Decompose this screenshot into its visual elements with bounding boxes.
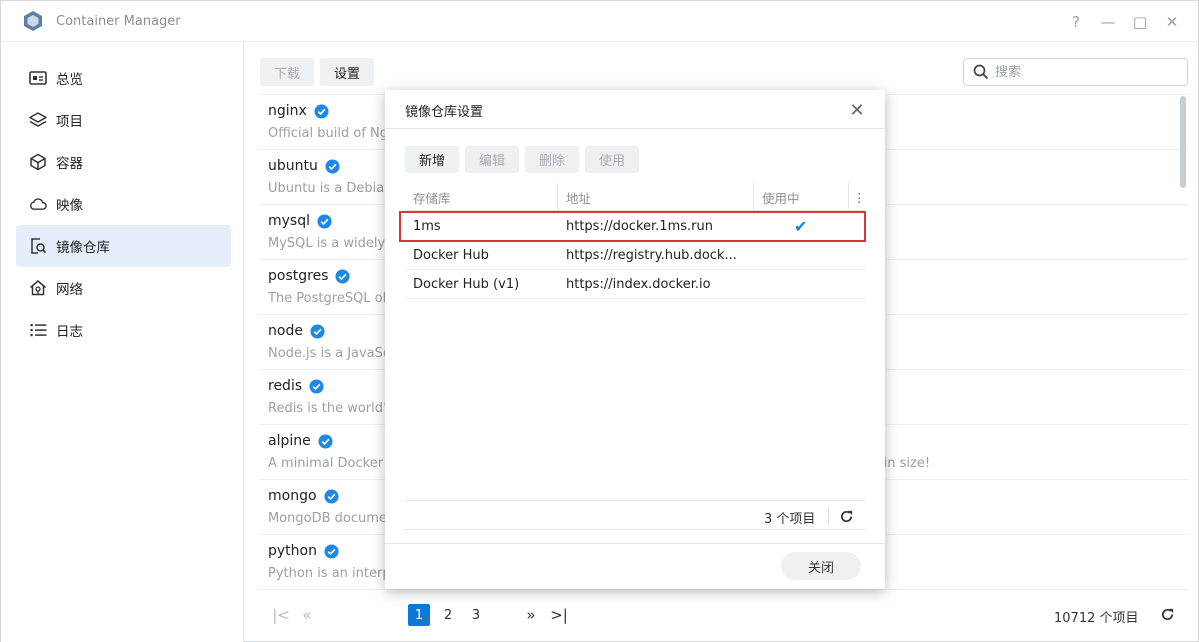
verified-icon (335, 268, 351, 284)
add-button[interactable]: 新增 (405, 146, 459, 173)
image-name: alpine (268, 433, 311, 449)
list-scrollbar[interactable] (1180, 96, 1186, 188)
column-address[interactable]: 地址 (566, 183, 591, 211)
verified-icon (309, 378, 324, 394)
table-row[interactable]: Docker Hub (v1) https://index.docker.io (405, 270, 865, 299)
sidebar-item-label: 网络 (56, 282, 83, 298)
registry-search-icon (29, 237, 47, 255)
image-name: node (268, 323, 303, 339)
table-footer: 3 个项目 (405, 500, 865, 530)
verified-icon (310, 323, 325, 339)
column-menu-icon[interactable]: ⋮ (853, 183, 866, 211)
settings-button[interactable]: 设置 (320, 58, 374, 86)
sidebar-item-label: 日志 (56, 324, 83, 340)
sidebar-item-label: 总览 (56, 72, 83, 88)
pagination: |< « 1 2 3 » >| 10712 个项目 (258, 599, 1188, 629)
registry-table-header: 存储库 地址 使用中 ⋮ (405, 183, 866, 211)
sidebar-item-projects[interactable]: 项目 (16, 99, 231, 141)
divider (385, 128, 885, 129)
sidebar-item-label: 映像 (56, 198, 83, 214)
item-count: 3 个项目 (764, 512, 816, 527)
network-home-icon (29, 279, 47, 297)
image-name: mongo (268, 488, 317, 504)
minimize-icon[interactable]: — (1092, 11, 1124, 33)
cube-icon (29, 153, 47, 171)
column-in-use[interactable]: 使用中 (762, 183, 800, 211)
sidebar: 总览 项目 容器 映像 镜像仓库 网络 日志 (1, 42, 244, 642)
refresh-icon[interactable] (835, 505, 857, 527)
sidebar-item-overview[interactable]: 总览 (16, 57, 231, 99)
verified-icon (324, 488, 339, 504)
sidebar-item-label: 镜像仓库 (56, 240, 110, 256)
image-name: python (268, 543, 317, 559)
download-button[interactable]: 下载 (260, 58, 314, 86)
cloud-icon (29, 195, 47, 213)
overview-icon (29, 69, 47, 87)
app-logo-icon (24, 11, 42, 31)
sidebar-item-label: 项目 (56, 114, 83, 130)
close-window-icon[interactable]: ✕ (1156, 11, 1188, 33)
verified-icon (317, 213, 332, 229)
title-bar: Container Manager ? — □ ✕ (1, 1, 1199, 42)
divider (557, 183, 558, 211)
edit-button[interactable]: 编辑 (465, 146, 519, 173)
search-box[interactable] (963, 58, 1188, 86)
help-icon[interactable]: ? (1060, 11, 1092, 33)
search-input[interactable] (995, 64, 1175, 80)
selected-row-highlight (399, 211, 866, 242)
sidebar-item-label: 容器 (56, 156, 83, 172)
column-registry[interactable]: 存储库 (413, 183, 451, 211)
divider (828, 507, 829, 524)
verified-icon (325, 158, 340, 174)
dialog-title: 镜像仓库设置 (405, 105, 484, 120)
image-name: redis (268, 378, 303, 394)
refresh-icon[interactable] (1160, 607, 1175, 622)
delete-button[interactable]: 删除 (525, 146, 579, 173)
verified-icon (314, 103, 329, 119)
layers-icon (29, 111, 47, 129)
sidebar-item-registry[interactable]: 镜像仓库 (16, 225, 231, 267)
image-name: nginx (268, 103, 307, 119)
divider (385, 543, 885, 544)
table-row[interactable]: Docker Hub https://registry.hub.dock... (405, 241, 865, 270)
registry-address: https://registry.hub.dock... (566, 248, 737, 263)
page-3-button[interactable]: 3 (465, 604, 487, 626)
prev-page-icon[interactable]: « (296, 604, 318, 626)
verified-icon (318, 433, 333, 449)
page-2-button[interactable]: 2 (437, 604, 459, 626)
registry-name: Docker Hub (v1) (413, 277, 520, 292)
last-page-icon[interactable]: >| (548, 604, 570, 626)
verified-icon (324, 543, 339, 559)
first-page-icon[interactable]: |< (270, 604, 292, 626)
page-1-button[interactable]: 1 (408, 604, 430, 626)
divider (753, 183, 754, 211)
sidebar-item-network[interactable]: 网络 (16, 267, 231, 309)
image-name: postgres (268, 268, 329, 284)
registry-address: https://index.docker.io (566, 277, 711, 292)
maximize-icon[interactable]: □ (1124, 11, 1156, 33)
total-count: 10712 个项目 (1054, 611, 1139, 626)
dialog-close-icon[interactable]: ✕ (846, 99, 868, 121)
app-window: Container Manager ? — □ ✕ 总览 项目 容器 映像 镜像… (0, 0, 1199, 642)
app-title: Container Manager (56, 13, 181, 29)
registry-settings-dialog: 镜像仓库设置 ✕ 新增 编辑 删除 使用 存储库 地址 使用中 ⋮ 1ms ht… (385, 90, 885, 589)
image-name: ubuntu (268, 158, 318, 174)
search-icon (973, 64, 989, 80)
close-button[interactable]: 关闭 (781, 552, 861, 580)
image-name: mysql (268, 213, 310, 229)
next-page-icon[interactable]: » (520, 604, 542, 626)
list-icon (29, 321, 47, 339)
divider (848, 183, 849, 211)
use-button[interactable]: 使用 (585, 146, 639, 173)
sidebar-item-images[interactable]: 映像 (16, 183, 231, 225)
sidebar-item-containers[interactable]: 容器 (16, 141, 231, 183)
registry-name: Docker Hub (413, 248, 489, 263)
sidebar-item-logs[interactable]: 日志 (16, 309, 231, 351)
